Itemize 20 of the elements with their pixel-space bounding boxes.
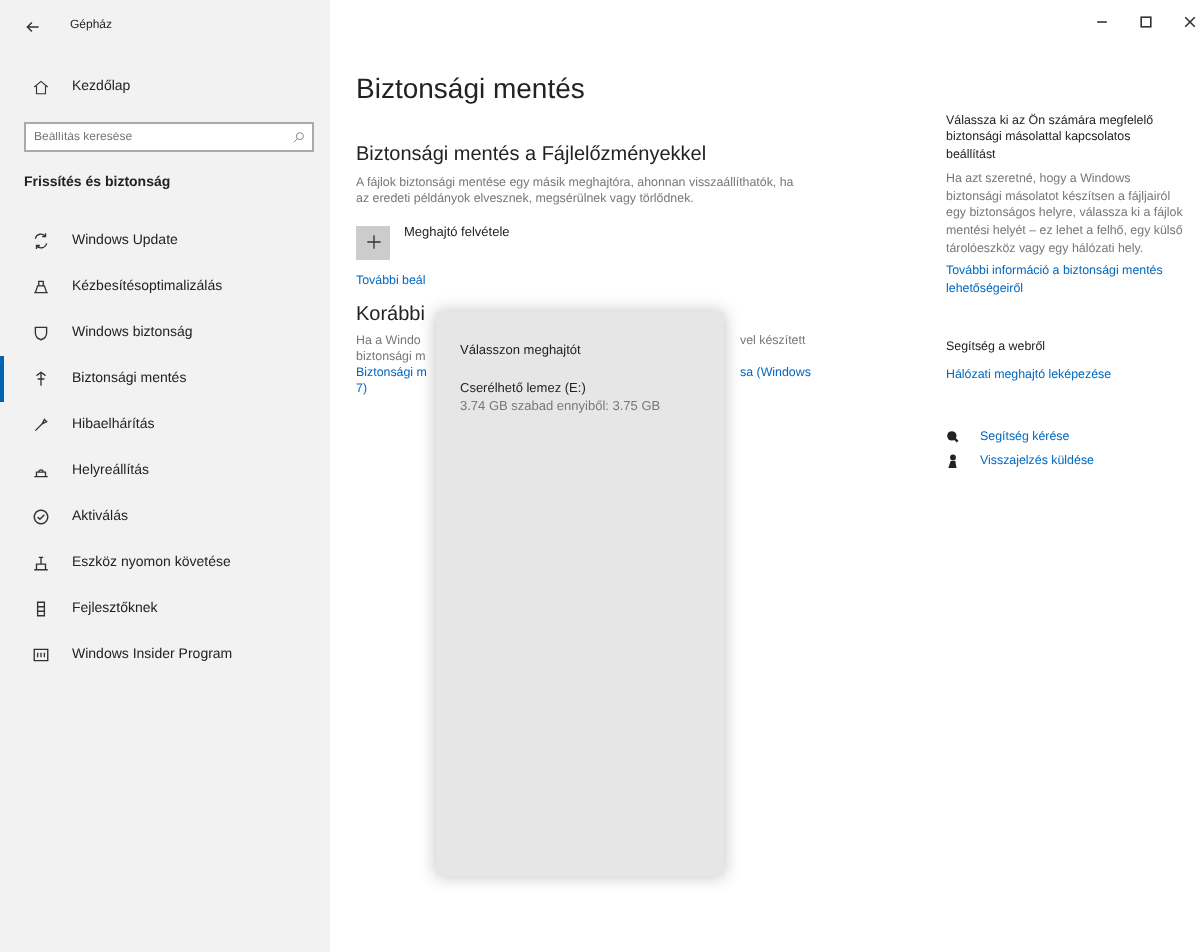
nav-icon [32,232,50,250]
nav-icon [32,554,50,572]
search-icon [292,130,306,144]
plus-icon [365,234,381,251]
nav-icon [32,278,50,296]
nav-icon [32,324,50,342]
nav-icon [32,370,50,388]
nav-icon [32,600,50,618]
section-heading: Biztonsági mentés a Fájlelőzményekkel [356,144,709,166]
back-icon[interactable] [24,17,42,35]
maximize-icon[interactable] [1138,14,1154,30]
nav-icon [32,416,50,434]
nav-icon [32,508,50,526]
page-title: Biztonsági mentés [356,72,587,104]
section-heading: Korábbi [356,303,425,326]
home-icon [32,78,50,96]
nav-icon [32,646,50,664]
close-icon[interactable] [1182,14,1198,30]
person-icon [946,453,960,468]
add-drive-button[interactable] [356,225,390,260]
